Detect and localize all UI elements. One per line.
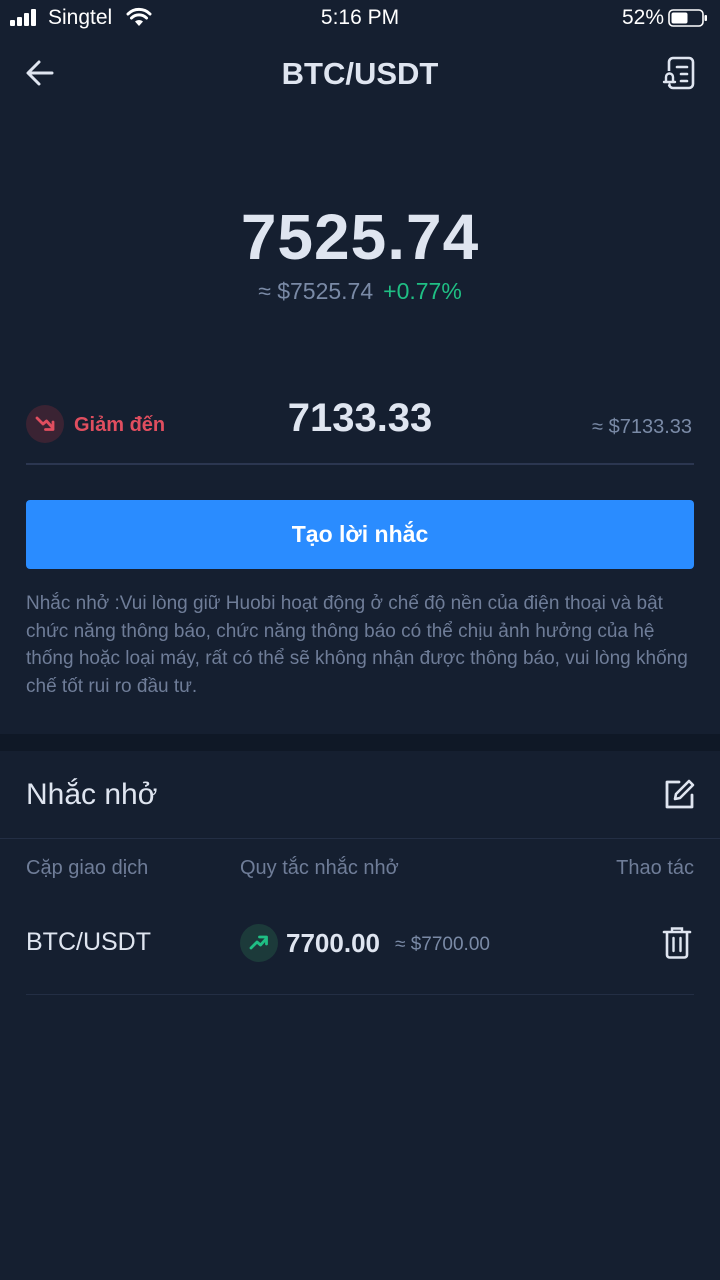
alert-list-icon[interactable] — [660, 55, 696, 91]
create-reminder-button[interactable]: Tạo lời nhắc — [26, 500, 694, 569]
status-bar: Singtel 5:16 PM 52% — [0, 0, 720, 36]
price-change-percent: +0.77% — [383, 278, 462, 304]
list-header-divider — [0, 838, 720, 839]
price-subline: ≈ $7525.74 +0.77% — [0, 278, 720, 305]
page-title: BTC/USDT — [281, 56, 439, 91]
reminder-row-pair: BTC/USDT — [26, 928, 151, 956]
reminder-row-value: 7700.00 — [286, 928, 380, 958]
trash-icon[interactable] — [662, 926, 692, 960]
notice-text: Nhắc nhở :Vui lòng giữ Huobi hoạt động ở… — [26, 593, 688, 697]
section-separator — [0, 734, 720, 751]
column-header-rule: Quy tắc nhắc nhở — [240, 857, 399, 879]
column-header-pair: Cặp giao dịch — [26, 857, 149, 879]
battery-icon — [668, 9, 707, 27]
target-price-fiat-approx: ≈ $7133.33 — [592, 416, 692, 438]
status-time: 5:16 PM — [320, 6, 400, 29]
price-fiat-approx: ≈ $7525.74 — [258, 278, 374, 304]
battery-percent: 52% — [621, 6, 664, 29]
current-price: 7525.74 — [240, 201, 480, 273]
trend-up-icon — [240, 924, 278, 962]
condition-divider — [26, 463, 694, 465]
edit-icon[interactable] — [662, 778, 696, 812]
reminder-row-fiat-approx: ≈ $7700.00 — [395, 934, 490, 955]
column-header-action: Thao tác — [616, 857, 694, 879]
reminder-row-divider — [26, 994, 694, 995]
reminders-title: Nhắc nhở — [26, 778, 158, 811]
